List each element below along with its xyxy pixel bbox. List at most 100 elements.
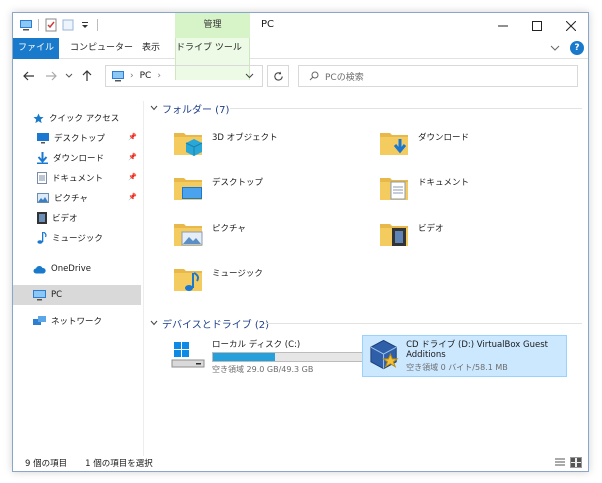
new-folder-icon[interactable] <box>61 18 75 32</box>
pin-icon[interactable]: 📌 <box>128 173 137 181</box>
folder-desktop[interactable]: デスクトップ <box>172 170 372 212</box>
selection-count: 1 個の項目を選択 <box>85 458 153 469</box>
navigation-bar: › PC › PCの検索 <box>13 59 588 93</box>
sidebar-item-label: OneDrive <box>51 264 91 274</box>
folder-music[interactable]: ミュージック <box>172 261 372 303</box>
window-title: PC <box>261 19 275 30</box>
folder-label: ピクチャ <box>212 224 246 234</box>
tiles-view-icon <box>571 458 581 467</box>
close-button[interactable] <box>554 13 588 38</box>
title-bar: 管理 PC <box>13 13 588 39</box>
star-icon <box>33 112 44 123</box>
desktop-folder-icon <box>174 178 202 200</box>
sidebar-item-onedrive[interactable]: OneDrive <box>13 259 141 279</box>
sidebar-item-quick-access[interactable]: クイック アクセス <box>13 108 141 128</box>
search-box[interactable]: PCの検索 <box>298 65 578 87</box>
sidebar-item-label: デスクトップ <box>54 134 106 144</box>
drive-name: ローカル ディスク (C:) <box>212 340 301 350</box>
ribbon-tabs: ファイル コンピューター 表示 ドライブ ツール ? <box>13 38 588 80</box>
navigation-pane: クイック アクセス デスクトップ 📌 ダウンロード 📌 ドキュメント 📌 ピクチ… <box>13 101 143 456</box>
folder-label: 3D オブジェクト <box>212 133 278 143</box>
drive-cd-d[interactable]: CD ドライブ (D:) VirtualBox Guest Additions … <box>362 335 567 377</box>
document-icon <box>37 172 47 184</box>
downloads-folder-icon <box>380 133 408 155</box>
details-view-button[interactable] <box>554 457 566 468</box>
chevron-down-icon[interactable] <box>550 43 560 53</box>
pc-icon <box>33 289 46 300</box>
sidebar-item-videos[interactable]: ビデオ <box>13 208 141 228</box>
up-button[interactable] <box>79 68 95 84</box>
tab-file[interactable]: ファイル <box>13 38 59 59</box>
pin-icon[interactable]: 📌 <box>128 193 137 201</box>
sidebar-item-desktop[interactable]: デスクトップ 📌 <box>13 128 141 148</box>
window-controls <box>486 13 588 38</box>
folder-3d-objects[interactable]: 3D オブジェクト <box>172 125 372 167</box>
drive-free-space: 空き領域 29.0 GB/49.3 GB <box>212 365 314 374</box>
details-view-icon <box>555 458 565 466</box>
group-divider <box>264 323 582 324</box>
hard-disk-icon <box>171 342 205 368</box>
sidebar-item-network[interactable]: ネットワーク <box>13 311 141 331</box>
folder-videos[interactable]: ビデオ <box>378 216 578 258</box>
help-button[interactable]: ? <box>570 41 584 55</box>
sidebar-item-documents[interactable]: ドキュメント 📌 <box>13 168 141 188</box>
desktop-icon <box>37 132 49 143</box>
group-header-folders[interactable]: フォルダー (7) <box>150 100 229 116</box>
sidebar-item-label: ピクチャ <box>54 194 88 204</box>
chevron-down-icon <box>150 320 158 326</box>
tiles-view-button[interactable] <box>570 457 582 468</box>
folder-label: デスクトップ <box>212 178 264 188</box>
properties-icon[interactable] <box>44 18 58 32</box>
recent-locations-button[interactable] <box>61 68 77 84</box>
refresh-button[interactable] <box>267 65 289 87</box>
back-button[interactable] <box>21 68 37 84</box>
minimize-icon <box>498 25 508 26</box>
status-bar: 9 個の項目 1 個の項目を選択 <box>13 454 588 471</box>
sidebar-item-label: クイック アクセス <box>49 114 120 124</box>
pin-icon[interactable]: 📌 <box>128 133 137 141</box>
folder-downloads[interactable]: ダウンロード <box>378 125 578 167</box>
pc-icon <box>112 71 124 82</box>
content-pane: フォルダー (7) 3D オブジェクト ダウンロード デスクトップ ドキュメント… <box>144 93 588 456</box>
tab-view[interactable]: 表示 <box>135 38 167 59</box>
pin-icon[interactable]: 📌 <box>128 153 137 161</box>
music-folder-icon <box>174 269 202 291</box>
context-tab-manage[interactable]: 管理 <box>175 13 250 39</box>
folder-documents[interactable]: ドキュメント <box>378 170 578 212</box>
drive-local-disk-c[interactable]: ローカル ディスク (C:) 空き領域 29.0 GB/49.3 GB <box>170 335 370 377</box>
folder-label: ミュージック <box>212 269 263 279</box>
forward-button[interactable] <box>43 68 59 84</box>
virtualbox-cd-icon <box>370 339 399 370</box>
chevron-down-icon <box>150 105 158 111</box>
sidebar-item-downloads[interactable]: ダウンロード 📌 <box>13 148 141 168</box>
toolbar-separator <box>97 19 98 31</box>
quick-access-toolbar <box>19 18 100 32</box>
sidebar-item-music[interactable]: ミュージック <box>13 228 141 248</box>
arrow-left-icon <box>23 71 34 81</box>
pc-icon[interactable] <box>19 18 33 32</box>
minimize-button[interactable] <box>486 13 520 38</box>
breadcrumb-pc[interactable]: PC <box>140 71 152 81</box>
address-dropdown-button[interactable] <box>245 71 254 82</box>
search-input[interactable]: PCの検索 <box>325 70 364 83</box>
maximize-button[interactable] <box>520 13 554 38</box>
sidebar-item-label: PC <box>51 290 63 300</box>
pictures-folder-icon <box>174 224 203 246</box>
customize-toolbar-icon[interactable] <box>78 18 92 32</box>
arrow-up-icon <box>82 70 92 81</box>
drive-usage-fill <box>213 353 276 361</box>
sidebar-item-pictures[interactable]: ピクチャ 📌 <box>13 188 141 208</box>
tab-computer[interactable]: コンピューター <box>63 38 140 59</box>
folder-pictures[interactable]: ピクチャ <box>172 216 372 258</box>
group-header-drives[interactable]: デバイスとドライブ (2) <box>150 315 269 331</box>
music-icon <box>37 232 47 244</box>
folder-label: ビデオ <box>418 224 444 234</box>
address-bar[interactable]: › PC › <box>105 65 263 87</box>
search-icon <box>309 71 319 81</box>
drive-info: CD ドライブ (D:) VirtualBox Guest Additions … <box>406 338 562 374</box>
3d-objects-folder-icon <box>174 133 203 156</box>
sidebar-item-pc[interactable]: PC <box>13 285 141 305</box>
sidebar-item-label: ビデオ <box>52 214 78 224</box>
breadcrumb-separator-icon[interactable]: › <box>157 71 161 81</box>
sidebar-item-label: ドキュメント <box>52 174 104 184</box>
